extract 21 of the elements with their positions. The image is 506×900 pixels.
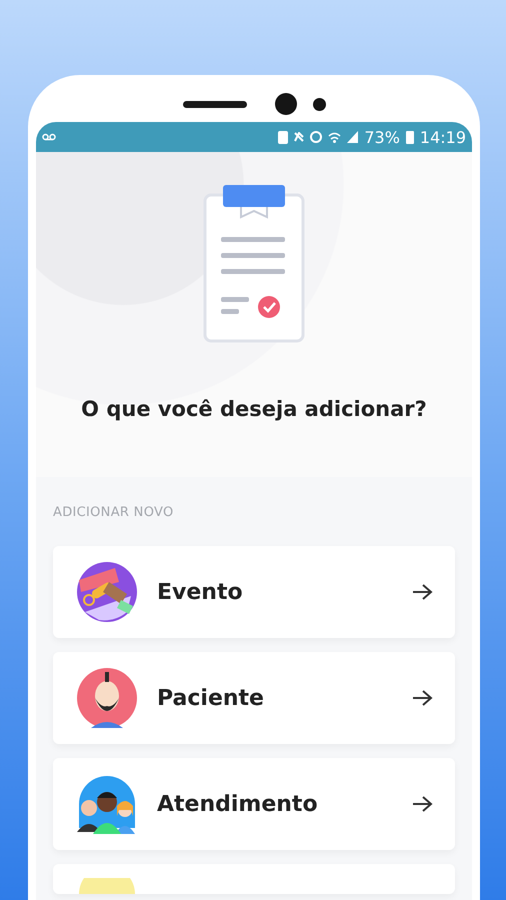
sensor-dot — [312, 98, 326, 110]
section-label: ADICIONAR NOVO — [53, 505, 174, 520]
option-card[interactable]: Paciente — [53, 652, 455, 744]
page-title: O que você deseja adicionar? — [81, 397, 427, 421]
arrow-right-icon — [411, 689, 433, 707]
signal-icon — [347, 131, 358, 143]
battery-icon — [406, 130, 414, 144]
speaker-grille — [182, 100, 246, 108]
option-card[interactable]: Atendimento — [53, 758, 455, 850]
camera-lens — [274, 93, 296, 115]
hand-marker-icon — [75, 560, 139, 624]
option-card[interactable] — [53, 864, 455, 894]
wifi-icon — [328, 131, 342, 143]
arrow-right-icon — [411, 795, 433, 813]
arrow-right-icon — [411, 583, 433, 601]
clock: 14:19 — [420, 128, 466, 146]
sim-card-icon — [278, 130, 288, 144]
bearded-man-icon — [75, 666, 139, 730]
battery-percentage: 73% — [364, 128, 400, 146]
option-card[interactable]: Evento — [53, 546, 455, 638]
voicemail-icon — [42, 133, 56, 141]
